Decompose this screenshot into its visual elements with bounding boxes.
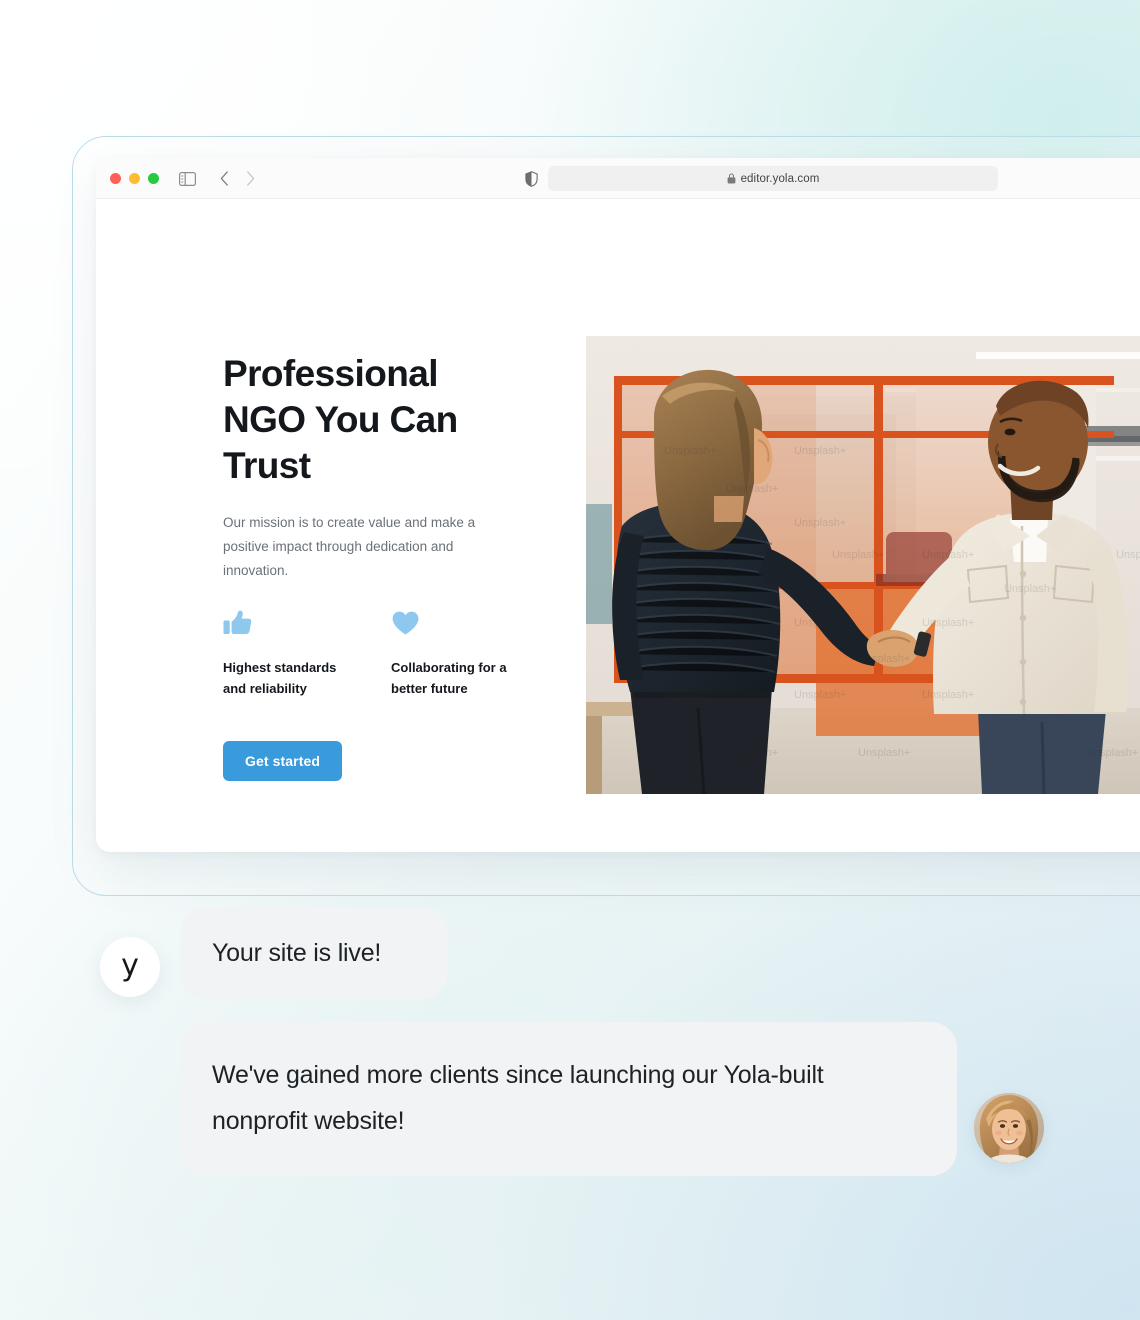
svg-text:Unsplash+: Unsplash+	[922, 689, 974, 701]
feature-list: Highest standards and reliability Collab…	[223, 609, 521, 699]
browser-window: editor.yola.com Professional NGO You Can…	[96, 158, 1140, 852]
svg-text:Unsplash+: Unsplash+	[672, 549, 724, 561]
chevron-left-icon[interactable]	[214, 158, 234, 199]
traffic-lights	[110, 173, 159, 184]
close-button[interactable]	[110, 173, 121, 184]
svg-text:Unsplash+: Unsplash+	[726, 653, 778, 665]
site-content: Professional NGO You Can Trust Our missi…	[96, 199, 1140, 852]
sidebar-toggle-icon[interactable]	[176, 158, 198, 199]
svg-text:Unsplash+: Unsplash+	[664, 617, 716, 629]
svg-text:Unsplash+: Unsplash+	[858, 653, 910, 665]
chat-bubble-status: Your site is live!	[180, 907, 448, 999]
chevron-right-icon[interactable]	[240, 158, 260, 199]
svg-text:Unsplash+: Unsplash+	[664, 689, 716, 701]
shield-icon[interactable]	[521, 158, 541, 199]
page-root: editor.yola.com Professional NGO You Can…	[0, 0, 1140, 1320]
minimize-button[interactable]	[129, 173, 140, 184]
browser-toolbar: editor.yola.com	[96, 158, 1140, 199]
svg-text:Unsplash+: Unsplash+	[922, 617, 974, 629]
hero-image: Unsplash+ Unsplash+ Unsplash+ Unsplash+ …	[586, 336, 1140, 794]
lock-icon	[727, 173, 735, 184]
feature-item-collaboration: Collaborating for a better future	[391, 609, 521, 699]
svg-text:Unsplash+: Unsplash+	[1116, 549, 1140, 561]
get-started-button[interactable]: Get started	[223, 741, 343, 781]
feature-label: Highest standards and reliability	[223, 660, 337, 696]
yola-brand-avatar: y	[100, 937, 160, 997]
svg-text:Unsplash+: Unsplash+	[858, 747, 910, 759]
page-title: Professional NGO You Can Trust	[223, 353, 458, 486]
feature-item-standards: Highest standards and reliability	[223, 609, 353, 699]
svg-text:Unsplash+: Unsplash+	[794, 689, 846, 701]
svg-text:Unsplash+: Unsplash+	[922, 549, 974, 561]
maximize-button[interactable]	[148, 173, 159, 184]
svg-text:Unsplash+: Unsplash+	[726, 483, 778, 495]
chat-bubble-testimonial: We've gained more clients since launchin…	[180, 1022, 957, 1176]
svg-text:Unsplash+: Unsplash+	[664, 445, 716, 457]
heart-icon	[391, 609, 521, 639]
url-bar[interactable]: editor.yola.com	[548, 166, 998, 191]
svg-text:Unsplash+: Unsplash+	[726, 747, 778, 759]
thumbs-up-icon	[223, 609, 353, 639]
svg-text:Unsplash+: Unsplash+	[1086, 747, 1138, 759]
url-text: editor.yola.com	[740, 172, 820, 185]
svg-text:Unsplash+: Unsplash+	[1004, 583, 1056, 595]
svg-text:Unsplash+: Unsplash+	[794, 517, 846, 529]
hero-subheading: Our mission is to create value and make …	[223, 515, 476, 578]
feature-label: Collaborating for a better future	[391, 660, 507, 696]
svg-text:Unsplash+: Unsplash+	[832, 549, 884, 561]
svg-text:Unsplash+: Unsplash+	[794, 617, 846, 629]
hero-text-block: Professional NGO You Can Trust Our missi…	[223, 351, 513, 583]
testimonial-avatar	[974, 1093, 1044, 1163]
brand-letter: y	[121, 948, 139, 983]
svg-text:Unsplash+: Unsplash+	[794, 445, 846, 457]
